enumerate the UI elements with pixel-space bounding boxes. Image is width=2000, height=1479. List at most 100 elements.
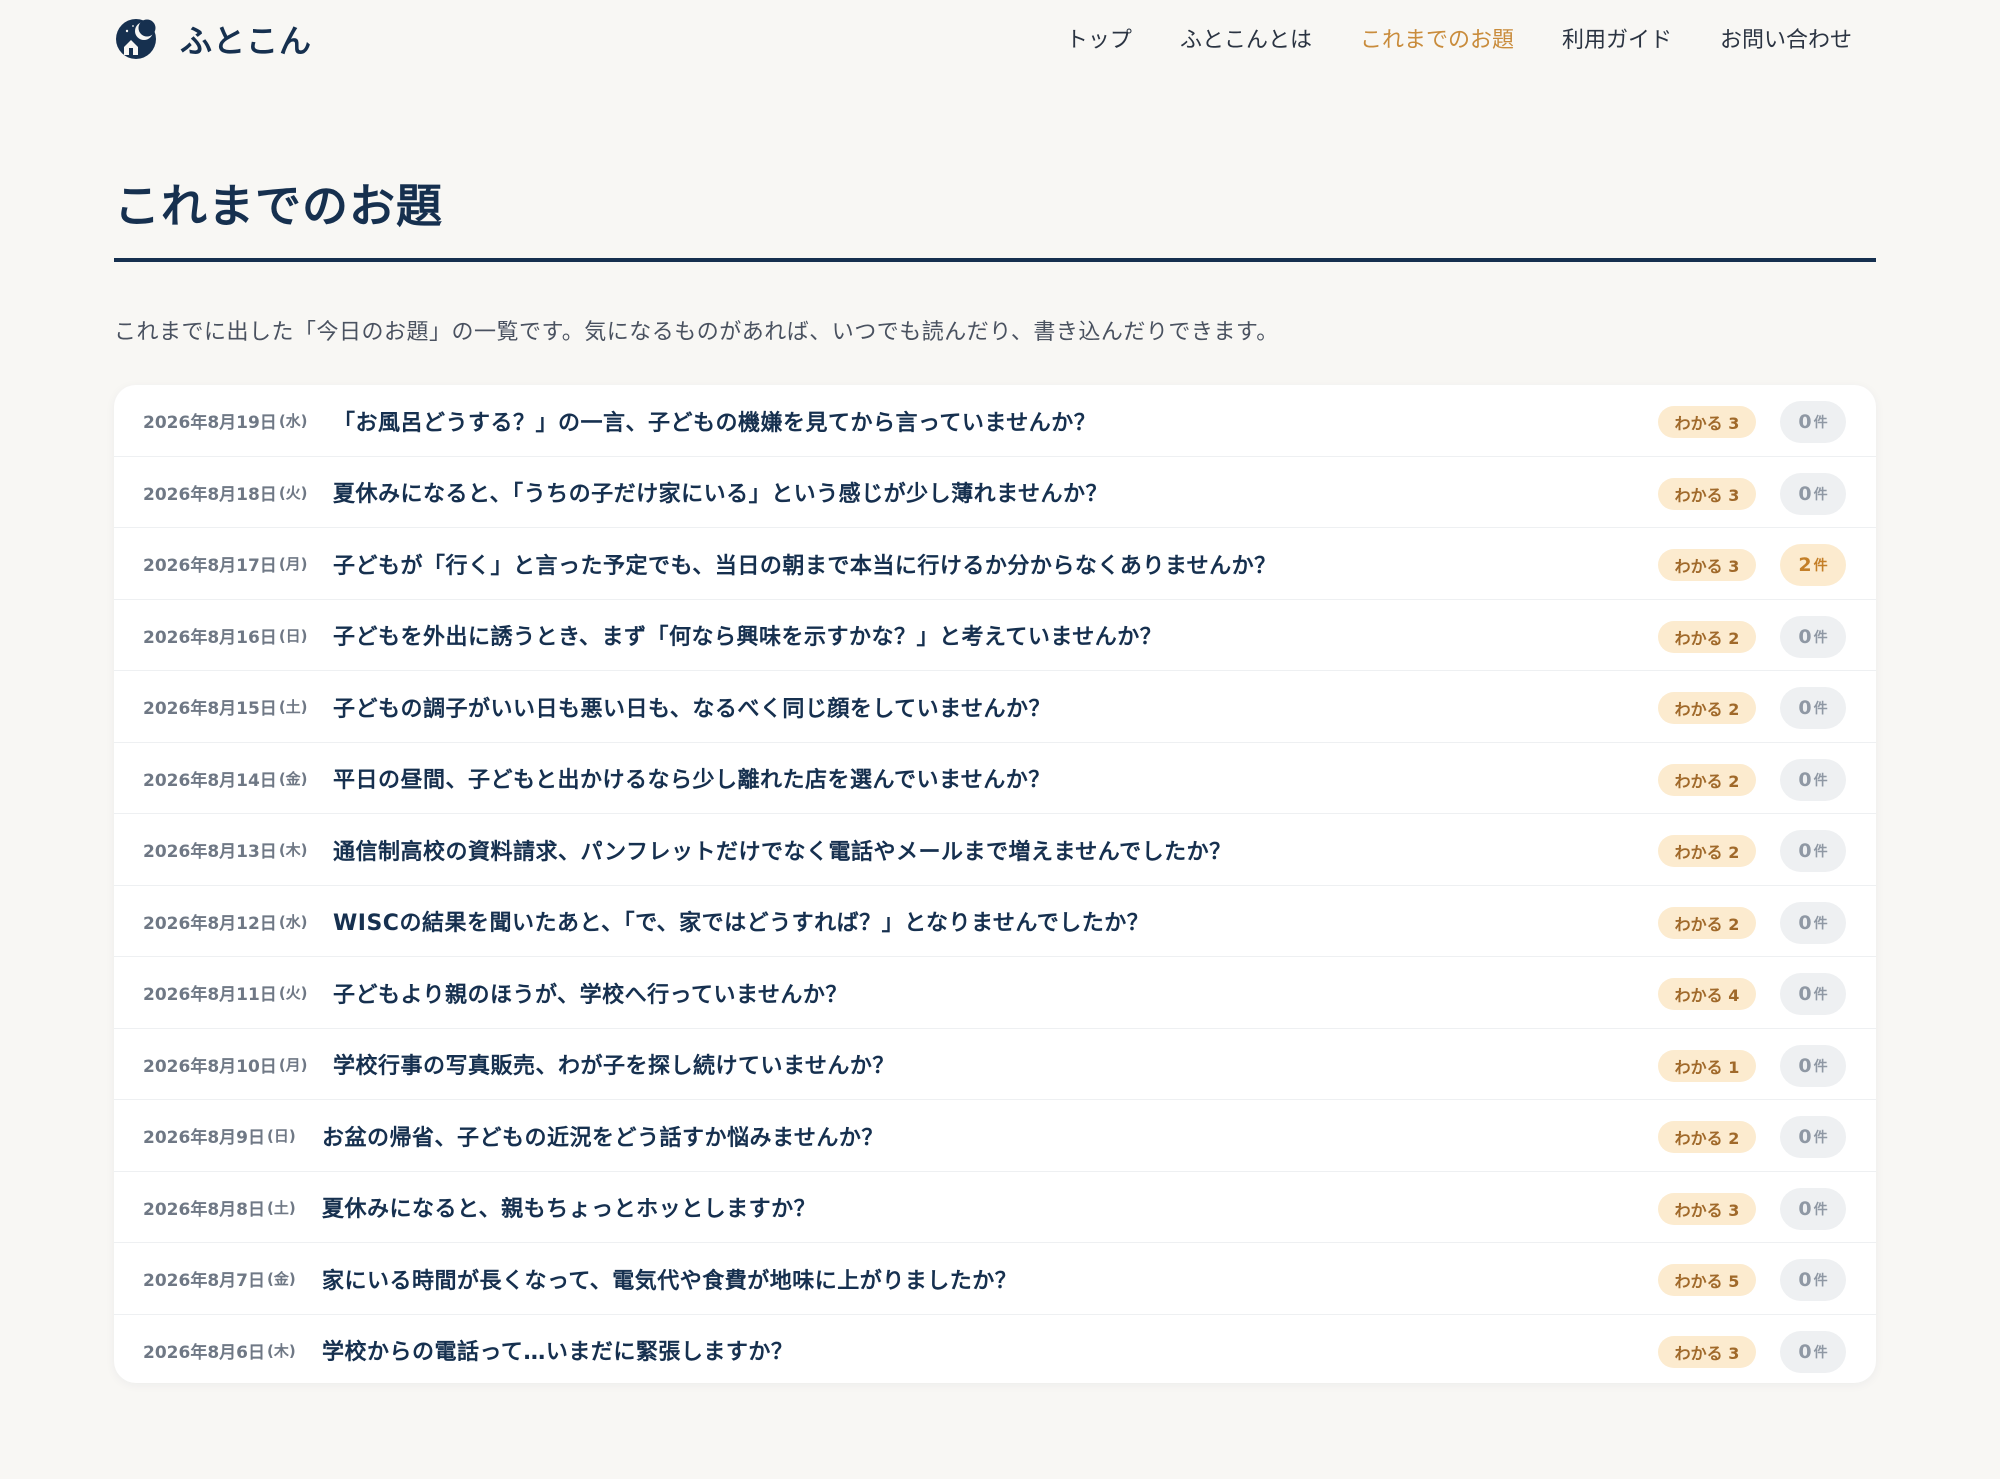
wakaru-badge: わかる 2 <box>1658 620 1756 653</box>
topic-date-weekday: (金) <box>278 769 308 788</box>
wakaru-badge: わかる 3 <box>1658 1192 1756 1225</box>
topic-row[interactable]: 2026年8月14日 (金) 平日の昼間、子どもと出かけるなら少し離れた店を選んでい… <box>114 743 1876 815</box>
topic-date: 2026年8月9日 (日) <box>143 1100 296 1172</box>
site-header: ふとこん トップ ふとこんとは これまでのお題 利用ガイド お問い合わせ <box>0 0 2000 78</box>
topic-date-weekday: (月) <box>278 555 308 574</box>
topic-date-weekday: (水) <box>278 412 308 431</box>
topic-row[interactable]: 2026年8月17日 (月) 子どもが「行く」と言った予定でも、当日の朝まで本当に行… <box>114 528 1876 600</box>
topic-row[interactable]: 2026年8月19日 (水) 「お風呂どうする？」の一言、子どもの機嫌を見てから言っ… <box>114 385 1876 457</box>
comment-count-badge: 0件 <box>1780 973 1846 1015</box>
topic-title-link[interactable]: 子どもを外出に誘うとき、まず「何なら興味を示すかな？」と考えていませんか？ <box>333 600 1162 672</box>
wakaru-badge: わかる 2 <box>1658 763 1756 796</box>
nav-guide[interactable]: 利用ガイド <box>1562 22 1672 54</box>
logo-text: ふとこん <box>180 22 313 60</box>
topic-date: 2026年8月18日 (火) <box>143 457 308 529</box>
comment-count-badge: 0件 <box>1780 758 1846 801</box>
comment-count-number: 0 <box>1798 411 1812 433</box>
topic-date-day: 2026年8月11日 <box>143 985 277 1006</box>
topic-date-weekday: (火) <box>278 984 308 1003</box>
topic-date-day: 2026年8月10日 <box>143 1056 277 1077</box>
topic-date-weekday: (木) <box>278 841 308 860</box>
topic-list: 2026年8月19日 (水) 「お風呂どうする？」の一言、子どもの機嫌を見てから言っ… <box>114 385 1876 1383</box>
topic-title-link[interactable]: 学校行事の写真販売、わが子を探し続けていませんか？ <box>333 1029 895 1101</box>
moon-house-icon <box>116 19 156 59</box>
comment-count-unit: 件 <box>1813 1058 1828 1075</box>
comment-count-unit: 件 <box>1813 629 1828 646</box>
wakaru-badge: わかる 3 <box>1658 1335 1756 1368</box>
wakaru-badge: わかる 2 <box>1658 1121 1756 1153</box>
comment-count-unit: 件 <box>1813 844 1828 860</box>
nav-contact[interactable]: お問い合わせ <box>1720 22 1852 54</box>
topic-date-day: 2026年8月18日 <box>143 484 277 505</box>
wakaru-badge: わかる 2 <box>1658 835 1756 867</box>
topic-date: 2026年8月10日 (月) <box>143 1029 308 1101</box>
comment-count-number: 0 <box>1798 1340 1812 1363</box>
topic-date-weekday: (土) <box>266 1198 296 1217</box>
topic-row[interactable]: 2026年8月18日 (火) 夏休みになると、「うちの子だけ家にいる」という感じが少… <box>114 457 1876 529</box>
topic-date: 2026年8月13日 (木) <box>143 814 308 886</box>
topic-title-link[interactable]: 学校からの電話って…いまだに緊張しますか？ <box>322 1315 793 1384</box>
comment-count-number: 2 <box>1798 554 1812 576</box>
comment-count-badge: 0件 <box>1780 615 1846 658</box>
comment-count-number: 0 <box>1798 1269 1812 1291</box>
topic-title-link[interactable]: 家にいる時間が長くなって、電気代や食費が地味に上がりましたか？ <box>322 1243 1017 1315</box>
topic-title-link[interactable]: 夏休みになると、親もちょっとホッとしますか？ <box>322 1172 816 1244</box>
topic-date-weekday: (木) <box>266 1341 296 1360</box>
comment-count-number: 0 <box>1798 1197 1812 1220</box>
site-logo[interactable]: ふとこん <box>114 16 312 62</box>
topic-title-link[interactable]: 子どもの調子がいい日も悪い日も、なるべく同じ顔をしていませんか？ <box>333 671 1051 743</box>
topic-row[interactable]: 2026年8月13日 (木) 通信制高校の資料請求、パンフレットだけでなく電話やメー… <box>114 814 1876 886</box>
topic-row[interactable]: 2026年8月12日 (水) WISCの結果を聞いたあと、「で、家ではどうすれば？」… <box>114 886 1876 958</box>
topic-row[interactable]: 2026年8月15日 (土) 子どもの調子がいい日も悪い日も、なるべく同じ顔をしてい… <box>114 671 1876 743</box>
topic-row[interactable]: 2026年8月10日 (月) 学校行事の写真販売、わが子を探し続けていませんか？ わか… <box>114 1029 1876 1101</box>
topic-row[interactable]: 2026年8月7日 (金) 家にいる時間が長くなって、電気代や食費が地味に上がりまし… <box>114 1243 1876 1315</box>
wakaru-badge: わかる 3 <box>1658 549 1756 581</box>
topic-date-weekday: (土) <box>278 698 308 717</box>
topic-date-day: 2026年8月6日 <box>143 1342 265 1363</box>
topic-date-day: 2026年8月12日 <box>143 913 277 934</box>
topic-date: 2026年8月16日 (日) <box>143 600 308 672</box>
topic-row[interactable]: 2026年8月9日 (日) お盆の帰省、子どもの近況をどう話すか悩みませんか？ わかる… <box>114 1100 1876 1172</box>
topic-date-weekday: (月) <box>278 1055 308 1074</box>
topic-row[interactable]: 2026年8月6日 (木) 学校からの電話って…いまだに緊張しますか？ わかる 3 0件 <box>114 1315 1876 1384</box>
topic-title-link[interactable]: 子どもより親のほうが、学校へ行っていませんか？ <box>333 957 848 1029</box>
wakaru-badge: わかる 4 <box>1658 978 1756 1010</box>
topic-title-link[interactable]: 子どもが「行く」と言った予定でも、当日の朝まで本当に行けるか分からなくありません… <box>333 528 1277 600</box>
topic-row[interactable]: 2026年8月8日 (土) 夏休みになると、親もちょっとホッとしますか？ わかる 3 0… <box>114 1172 1876 1244</box>
comment-count-number: 0 <box>1798 482 1812 505</box>
topic-date-day: 2026年8月19日 <box>143 413 277 434</box>
topic-date-weekday: (金) <box>266 1270 296 1289</box>
comment-count-unit: 件 <box>1813 1201 1828 1218</box>
topic-date: 2026年8月15日 (土) <box>143 671 308 743</box>
topic-row[interactable]: 2026年8月11日 (火) 子どもより親のほうが、学校へ行っていませんか？ わかる … <box>114 957 1876 1029</box>
topic-title-link[interactable]: お盆の帰省、子どもの近況をどう話すか悩みませんか？ <box>322 1100 884 1172</box>
topic-date: 2026年8月17日 (月) <box>143 528 308 600</box>
topic-row[interactable]: 2026年8月16日 (日) 子どもを外出に誘うとき、まず「何なら興味を示すかな？」… <box>114 600 1876 672</box>
title-divider <box>114 258 1876 262</box>
nav-about[interactable]: ふとこんとは <box>1180 22 1312 54</box>
comment-count-number: 0 <box>1798 768 1812 791</box>
comment-count-badge: 0件 <box>1780 472 1846 515</box>
wakaru-badge: わかる 2 <box>1658 692 1756 724</box>
comment-count-number: 0 <box>1798 1054 1812 1077</box>
comment-count-badge: 0件 <box>1780 901 1846 944</box>
nav-past-topics[interactable]: これまでのお題 <box>1360 22 1514 54</box>
comment-count-unit: 件 <box>1813 772 1828 789</box>
comment-count-badge: 0件 <box>1780 687 1846 729</box>
topic-date-day: 2026年8月13日 <box>143 842 277 863</box>
topic-date-day: 2026年8月7日 <box>143 1271 265 1292</box>
topic-date-weekday: (日) <box>266 1127 296 1146</box>
topic-title-link[interactable]: 夏休みになると、「うちの子だけ家にいる」という感じが少し薄れませんか？ <box>333 457 1108 529</box>
topic-title-link[interactable]: 「お風呂どうする？」の一言、子どもの機嫌を見てから言っていませんか？ <box>333 385 1096 457</box>
topic-date: 2026年8月19日 (水) <box>143 385 308 457</box>
topic-date: 2026年8月8日 (土) <box>143 1172 296 1244</box>
wakaru-badge: わかる 1 <box>1658 1049 1756 1082</box>
comment-count-unit: 件 <box>1813 915 1828 932</box>
comment-count-badge: 0件 <box>1780 1044 1846 1087</box>
nav-top[interactable]: トップ <box>1066 22 1132 54</box>
topic-title-link[interactable]: 通信制高校の資料請求、パンフレットだけでなく電話やメールまで増えませんでしたか？ <box>333 814 1232 886</box>
topic-title-link[interactable]: 平日の昼間、子どもと出かけるなら少し離れた店を選んでいませんか？ <box>333 743 1051 815</box>
comment-count-badge: 2件 <box>1780 544 1846 586</box>
comment-count-number: 0 <box>1798 911 1812 934</box>
topic-title-link[interactable]: WISCの結果を聞いたあと、「で、家ではどうすれば？」となりませんでしたか？ <box>333 886 1149 958</box>
